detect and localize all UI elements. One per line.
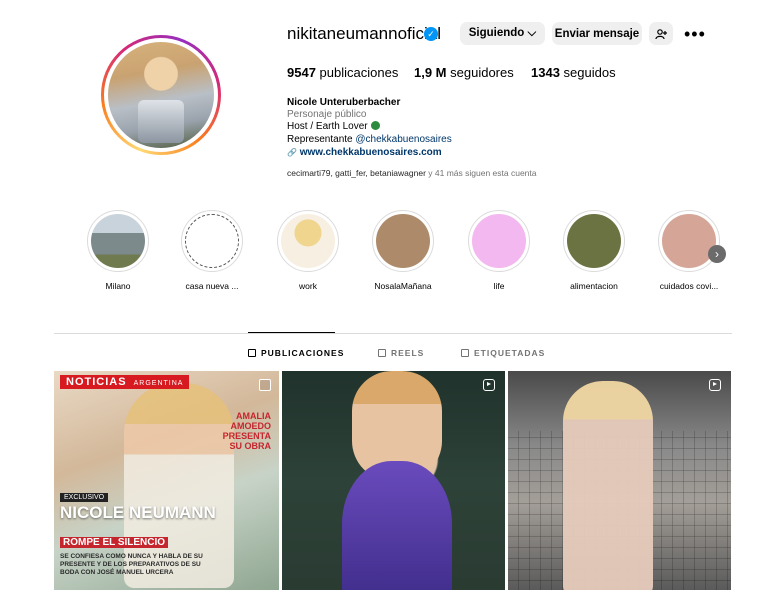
highlight-cover — [277, 210, 339, 272]
carousel-icon — [259, 379, 271, 391]
followed-by-info[interactable]: cecimarti79, gatti_fer, betaniawagner y … — [287, 167, 537, 180]
magazine-side-text: AMALIA AMOEDO PRESENTA SU OBRA — [222, 411, 271, 451]
highlight-label: life — [493, 281, 505, 291]
suggested-accounts-icon[interactable] — [649, 22, 673, 45]
following-label: seguidos — [563, 65, 616, 80]
tagged-icon — [461, 349, 469, 357]
highlight-cover — [87, 210, 149, 272]
highlight-color — [376, 214, 430, 268]
followed-by-rest: y 41 más siguen esta cuenta — [425, 168, 537, 178]
person-add-icon — [655, 28, 667, 39]
clover-emoji-icon — [370, 121, 380, 130]
following-stat[interactable]: 1343 seguidos — [531, 65, 616, 80]
highlight-milano[interactable]: Milano — [83, 210, 153, 291]
posts-label: publicaciones — [319, 65, 399, 80]
tab-posts-label: PUBLICACIONES — [261, 348, 345, 358]
followers-count: 1,9 M — [414, 65, 447, 80]
followed-by-names[interactable]: cecimarti79, gatti_fer, betaniawagner — [287, 168, 426, 178]
profile-username: nikitaneumannoficial — [287, 24, 442, 43]
representative-handle-link[interactable]: @chekkabuenosaires — [355, 134, 451, 145]
profile-avatar[interactable] — [101, 35, 221, 155]
following-count: 1343 — [531, 65, 560, 80]
tab-reels-label: REELS — [391, 348, 425, 358]
bio-representative: Representante @chekkabuenosaires — [287, 133, 452, 146]
following-button[interactable]: Siguiendo ⌵ — [460, 22, 545, 45]
highlights-next-arrow-icon[interactable]: › — [708, 245, 726, 263]
highlight-image — [91, 214, 145, 268]
post-photo-outfit — [342, 461, 452, 590]
magazine-exclusive: EXCLUSIVO — [60, 493, 109, 502]
highlight-cover — [181, 210, 243, 272]
send-message-button[interactable]: Enviar mensaje — [552, 22, 642, 45]
tab-posts[interactable]: PUBLICACIONES — [248, 348, 344, 358]
avatar-photo — [108, 42, 214, 148]
post-photo-person — [563, 381, 653, 590]
bio-description: Host / Earth Lover — [287, 120, 380, 133]
highlight-casa-nueva[interactable]: casa nueva ... — [177, 210, 247, 291]
magazine-body: SE CONFIESA COMO NUNCA Y HABLA DE SU PRE… — [60, 553, 203, 576]
reels-icon — [378, 349, 386, 357]
highlight-label: cuidados covi... — [659, 281, 719, 291]
highlight-nosalamanana[interactable]: NosalaMañana — [368, 210, 438, 291]
post-thumbnail-purple-outfit[interactable] — [282, 371, 505, 590]
tab-tagged[interactable]: ETIQUETADAS — [461, 348, 545, 358]
magazine-brand: NOTICIAS ARGENTINA — [60, 375, 190, 389]
bio-website[interactable]: 🔗 www.chekkabuenosaires.com — [287, 146, 442, 159]
posts-count: 9547 — [287, 65, 316, 80]
representative-prefix: Representante — [287, 134, 356, 145]
verified-badge-icon: ✓ — [424, 27, 438, 41]
reel-icon — [709, 379, 721, 391]
highlight-life[interactable]: life — [464, 210, 534, 291]
highlight-cover — [563, 210, 625, 272]
highlight-label: casa nueva ... — [185, 281, 239, 291]
grid-icon — [248, 349, 256, 357]
bio-description-text: Host / Earth Lover — [287, 121, 368, 132]
highlight-label: work — [299, 281, 317, 291]
highlight-alimentacion[interactable]: alimentacion — [559, 210, 629, 291]
magazine-headline: NICOLE NEUMANN — [60, 503, 216, 522]
active-tab-indicator — [248, 332, 335, 333]
magazine-country: ARGENTINA — [133, 380, 184, 387]
highlight-color — [662, 214, 716, 268]
reel-icon — [483, 379, 495, 391]
highlight-cover — [372, 210, 434, 272]
website-link[interactable]: www.chekkabuenosaires.com — [300, 147, 442, 158]
highlight-image — [281, 214, 335, 268]
more-options-icon[interactable]: ••• — [684, 24, 706, 45]
avatar-story-ring — [104, 38, 218, 152]
link-icon: 🔗 — [287, 148, 297, 157]
post-thumbnail-dance[interactable] — [508, 371, 731, 590]
highlight-label: Milano — [105, 281, 131, 291]
followers-stat[interactable]: 1,9 M seguidores — [414, 65, 514, 80]
highlight-image — [185, 214, 239, 268]
magazine-brand-text: NOTICIAS — [66, 376, 127, 388]
tab-reels[interactable]: REELS — [378, 348, 424, 358]
tabs-divider — [54, 333, 732, 334]
highlight-cover — [658, 210, 720, 272]
posts-count-stat: 9547 publicaciones — [287, 65, 398, 80]
highlight-cover — [468, 210, 530, 272]
highlight-color — [567, 214, 621, 268]
highlight-label: NosalaMañana — [374, 281, 432, 291]
post-thumbnail-magazine[interactable]: NOTICIAS ARGENTINA AMALIA AMOEDO PRESENT… — [54, 371, 279, 590]
highlight-color — [472, 214, 526, 268]
magazine-subhead: ROMPE EL SILENCIO — [60, 537, 169, 548]
highlight-label: alimentacion — [570, 281, 618, 291]
tab-tagged-label: ETIQUETADAS — [474, 348, 546, 358]
highlight-work[interactable]: work — [273, 210, 343, 291]
followers-label: seguidores — [450, 65, 514, 80]
